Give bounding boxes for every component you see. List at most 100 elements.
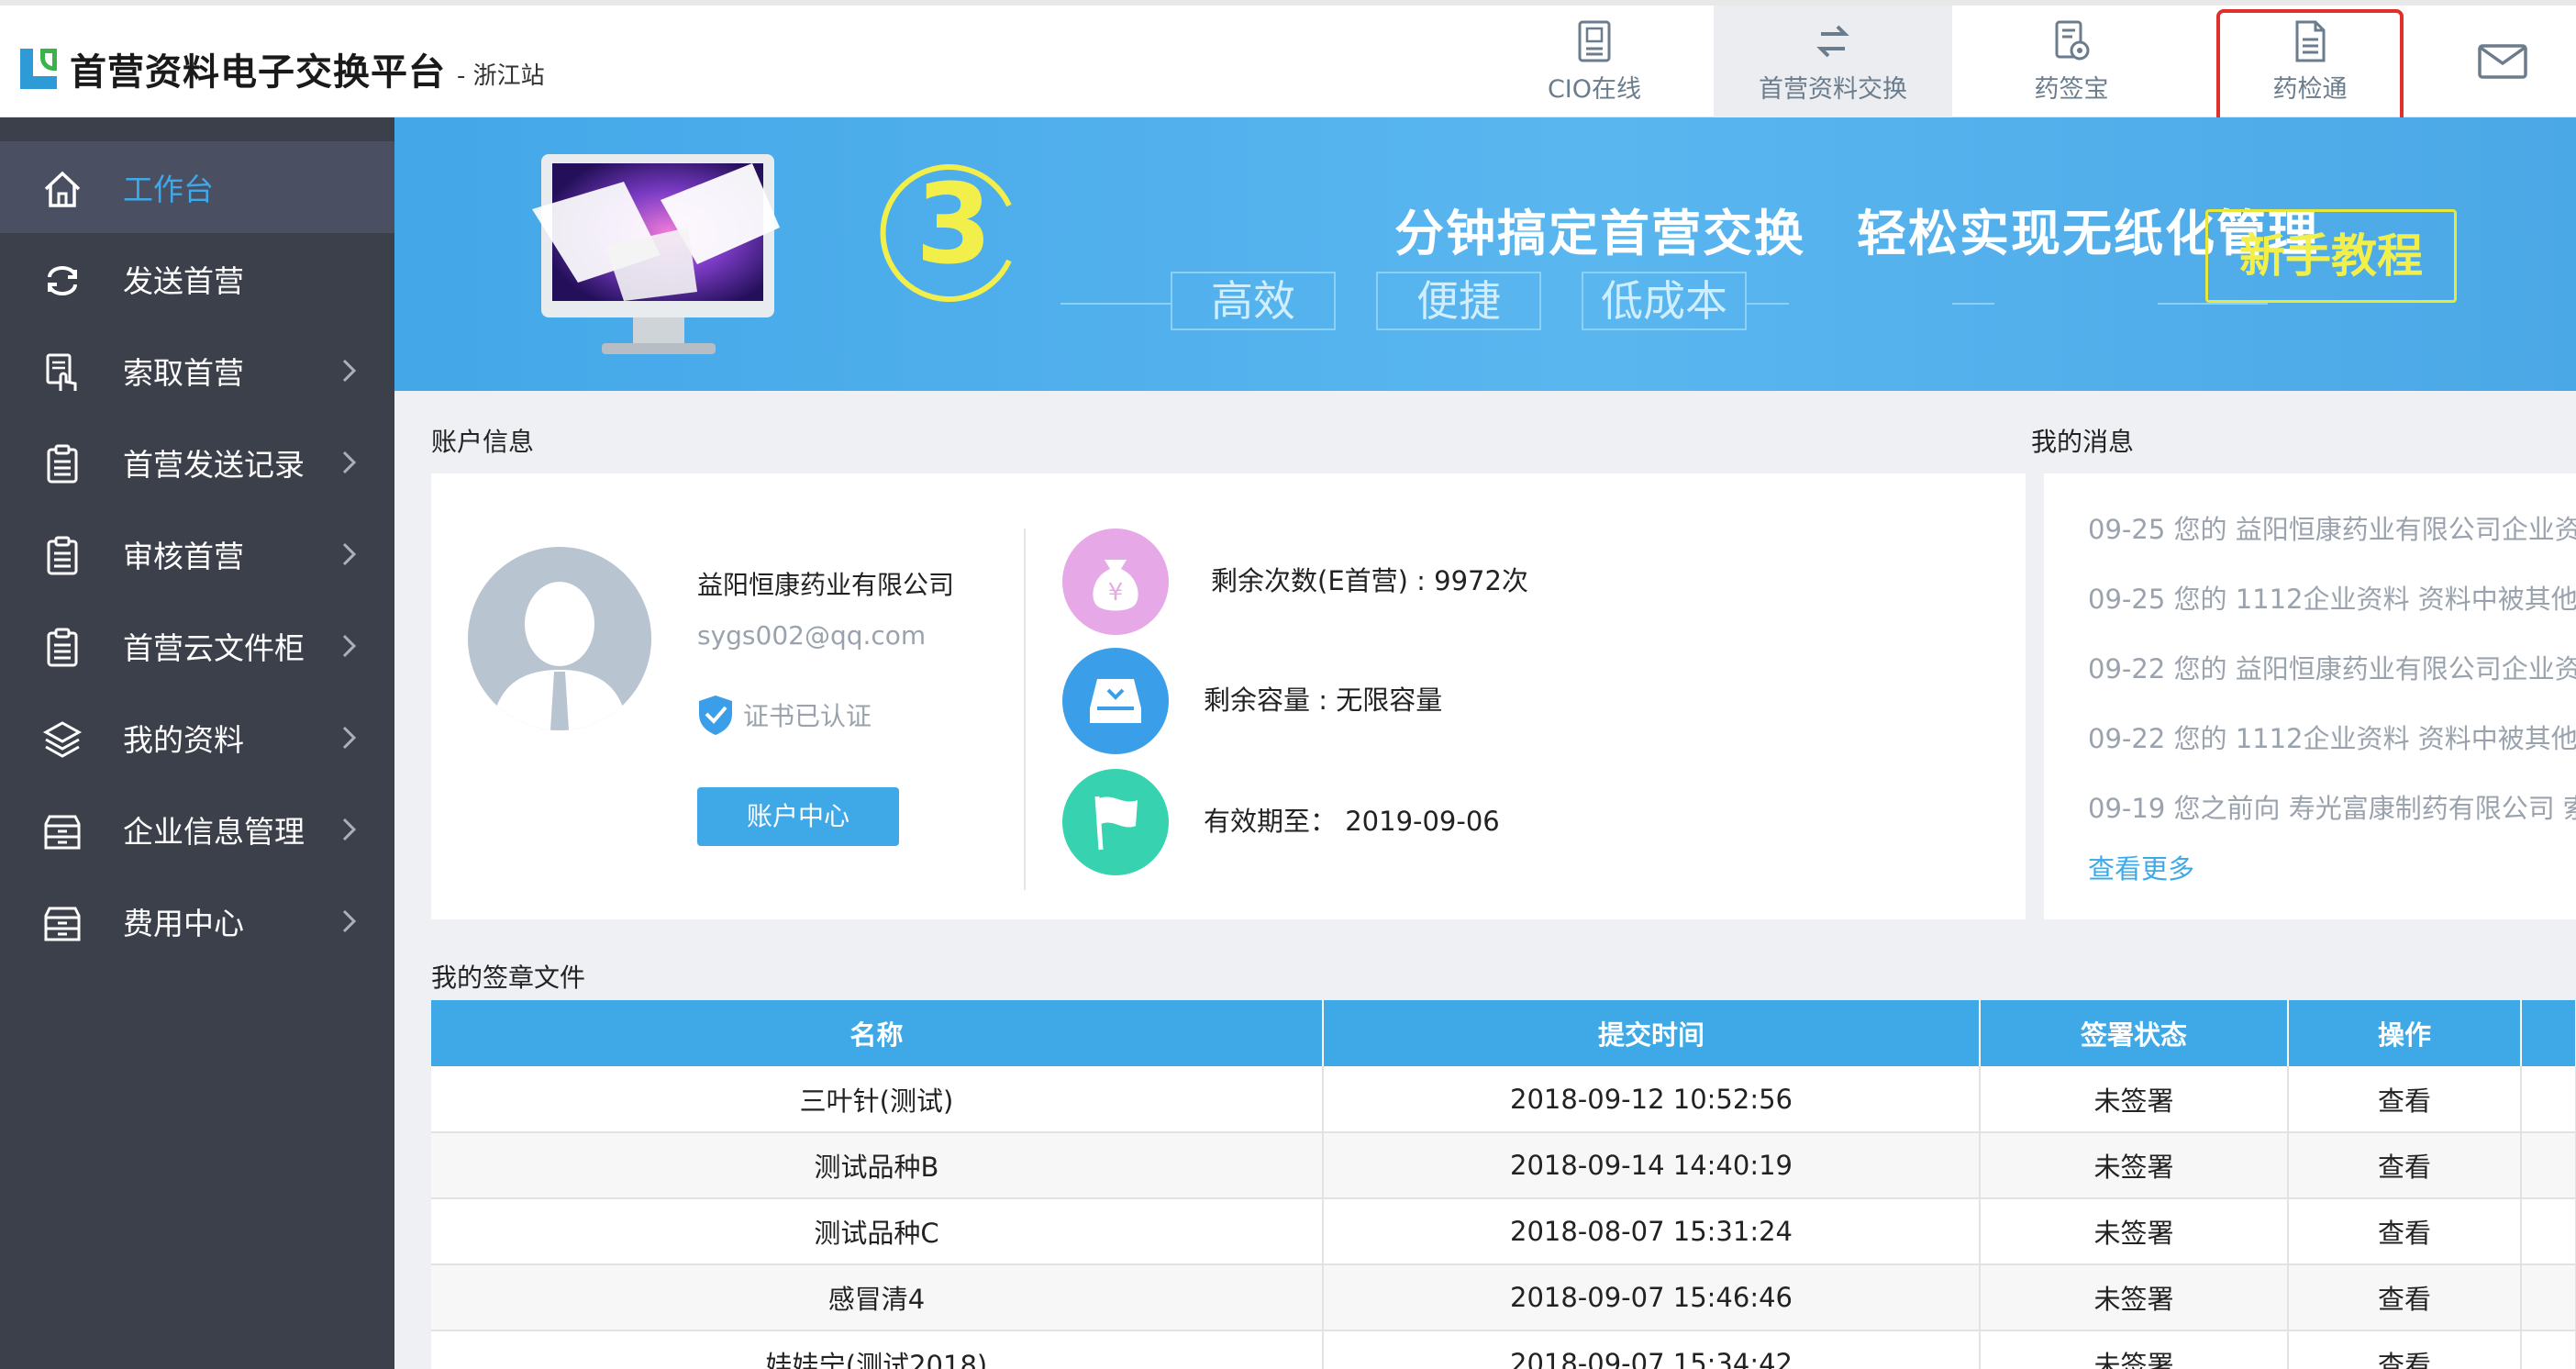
table-row: 测试品种C 2018-08-07 15:31:24 未签署 查看 bbox=[431, 1198, 2576, 1265]
topnav-drug-check[interactable]: 药检通 bbox=[2191, 6, 2429, 125]
view-link[interactable]: 查看 bbox=[2288, 1198, 2522, 1265]
sidebar-item-label: 我的资料 bbox=[123, 722, 244, 758]
promo-banner[interactable]: 3 分钟搞定首营交换 轻松实现无纸化管理 高效 便捷 低成本 新手教程 bbox=[394, 117, 2576, 391]
cell-status: 未签署 bbox=[1980, 1330, 2289, 1369]
table-header-row: 名称 提交时间 签署状态 操作 bbox=[431, 1000, 2576, 1066]
banner-tag: 低成本 bbox=[1582, 272, 1747, 330]
logo-subtitle: - 浙江站 bbox=[457, 61, 545, 90]
chevron-right-icon bbox=[342, 909, 357, 933]
top-header: 首营资料电子交换平台 - 浙江站 CIO在线 首营资料交换 药签宝 药检通 bbox=[0, 0, 2576, 125]
sidebar-item-label: 首营云文件柜 bbox=[123, 630, 305, 666]
cell-status: 未签署 bbox=[1980, 1198, 2289, 1265]
messages-card: 09-25 您的 益阳恒康药业有限公司企业资料 09-25 您的 1112企业资… bbox=[2044, 473, 2576, 919]
chevron-right-icon bbox=[342, 451, 357, 474]
banner-number: 3 bbox=[916, 161, 993, 289]
column-header-time[interactable]: 提交时间 bbox=[1323, 1000, 1981, 1066]
messages-section-title: 我的消息 bbox=[2031, 427, 2135, 457]
message-item[interactable]: 09-19 您之前向 寿光富康制药有限公司 索 bbox=[2088, 787, 2576, 826]
message-item[interactable]: 09-25 您的 1112企业资料 资料中被其他用 bbox=[2088, 578, 2576, 617]
view-link[interactable]: 查看 bbox=[2288, 1264, 2522, 1331]
cell-extra bbox=[2521, 1066, 2576, 1133]
logo-title: 首营资料电子交换平台 bbox=[70, 51, 446, 94]
money-bag-icon: ¥ bbox=[1062, 529, 1169, 635]
view-link[interactable]: 查看 bbox=[2288, 1066, 2522, 1133]
cell-name: 三叶针(测试) bbox=[431, 1066, 1324, 1133]
column-header-status[interactable]: 签署状态 bbox=[1980, 1000, 2289, 1066]
column-header-action[interactable]: 操作 bbox=[2288, 1000, 2522, 1066]
cert-status-text: 证书已认证 bbox=[743, 701, 872, 731]
refresh-icon bbox=[48, 266, 77, 295]
remaining-capacity: 剩余容量 : 无限容量 bbox=[1204, 684, 1443, 716]
table-row: 测试品种B 2018-09-14 14:40:19 未签署 查看 bbox=[431, 1132, 2576, 1199]
sidebar-item-review[interactable]: 审核首营 bbox=[0, 508, 394, 600]
home-icon bbox=[44, 171, 81, 207]
sidebar-item-workbench[interactable]: 工作台 bbox=[0, 141, 394, 233]
cell-status: 未签署 bbox=[1980, 1066, 2289, 1133]
svg-text:¥: ¥ bbox=[1108, 579, 1124, 607]
view-more-link[interactable]: 查看更多 bbox=[2088, 848, 2194, 886]
topnav-seal[interactable]: 药签宝 bbox=[1952, 6, 2191, 117]
chevron-right-icon bbox=[342, 726, 357, 750]
banner-tags: 高效 便捷 低成本 bbox=[1171, 272, 1747, 330]
exchange-icon bbox=[1816, 25, 1849, 57]
view-link[interactable]: 查看 bbox=[2288, 1330, 2522, 1369]
company-name: 益阳恒康药业有限公司 bbox=[697, 570, 955, 600]
topnav-label: 药签宝 bbox=[2034, 74, 2109, 104]
shield-check-icon bbox=[699, 696, 732, 735]
cell-name: 娃娃宁(测试2018) bbox=[431, 1330, 1324, 1369]
sidebar-item-label: 审核首营 bbox=[123, 539, 244, 574]
cell-extra bbox=[2521, 1330, 2576, 1369]
chevron-right-icon bbox=[342, 634, 357, 658]
column-header-name[interactable]: 名称 bbox=[431, 1000, 1324, 1066]
sidebar-item-label: 索取首营 bbox=[123, 355, 244, 391]
cell-extra bbox=[2521, 1264, 2576, 1331]
table-row: 三叶针(测试) 2018-09-12 10:52:56 未签署 查看 bbox=[431, 1066, 2576, 1133]
sidebar: 工作台 发送首营 索取首营 首营发送记录 审核首营 首营云文件柜 我的资料 企业… bbox=[0, 117, 394, 1369]
cell-name: 感冒清4 bbox=[431, 1264, 1324, 1331]
banner-line-left bbox=[1060, 303, 1171, 305]
account-center-button[interactable]: 账户中心 bbox=[697, 787, 899, 846]
topnav-exchange[interactable]: 首营资料交换 bbox=[1714, 6, 1952, 117]
logo-mark-icon bbox=[20, 49, 57, 89]
message-item[interactable]: 09-22 您的 益阳恒康药业有限公司企业资料 bbox=[2088, 648, 2576, 686]
topnav-cio-online[interactable]: CIO在线 bbox=[1475, 6, 1714, 117]
logo[interactable]: 首营资料电子交换平台 - 浙江站 bbox=[20, 42, 545, 95]
chevron-right-icon bbox=[342, 542, 357, 566]
topnav-label: 药检通 bbox=[2272, 74, 2348, 104]
mail-button[interactable] bbox=[2429, 6, 2576, 117]
sidebar-item-label: 工作台 bbox=[123, 172, 214, 207]
banner-tag: 高效 bbox=[1171, 272, 1336, 330]
cell-time: 2018-09-12 10:52:56 bbox=[1323, 1066, 1981, 1133]
layers-icon bbox=[42, 721, 83, 758]
banner-line-mid2 bbox=[1952, 303, 1994, 305]
sidebar-item-cloud-cabinet[interactable]: 首营云文件柜 bbox=[0, 600, 394, 692]
valid-until: 有效期至： 2019-09-06 bbox=[1204, 806, 1500, 837]
cell-time: 2018-09-14 14:40:19 bbox=[1323, 1132, 1981, 1199]
page: 首营资料电子交换平台 - 浙江站 CIO在线 首营资料交换 药签宝 药检通 工作… bbox=[0, 0, 2576, 1369]
banner-line-right bbox=[2158, 303, 2268, 305]
tutorial-button[interactable]: 新手教程 bbox=[2205, 209, 2457, 303]
cabinet-icon bbox=[44, 907, 81, 941]
sidebar-item-billing[interactable]: 费用中心 bbox=[0, 875, 394, 967]
topnav-label: 首营资料交换 bbox=[1759, 74, 1907, 104]
remaining-count: 剩余次数(E首营) : 9972次 bbox=[1211, 565, 1528, 596]
sidebar-item-company-info[interactable]: 企业信息管理 bbox=[0, 784, 394, 875]
sidebar-item-send-records[interactable]: 首营发送记录 bbox=[0, 417, 394, 508]
view-link[interactable]: 查看 bbox=[2288, 1132, 2522, 1199]
clipboard-icon bbox=[47, 444, 78, 484]
message-item[interactable]: 09-25 您的 益阳恒康药业有限公司企业资料 bbox=[2088, 508, 2576, 547]
signed-files-table: 名称 提交时间 签署状态 操作 三叶针(测试) 2018-09-12 10:52… bbox=[431, 1000, 2576, 1369]
message-item[interactable]: 09-22 您的 1112企业资料 资料中被其他用 bbox=[2088, 718, 2576, 756]
mail-icon bbox=[2478, 44, 2527, 79]
clipboard-icon bbox=[47, 628, 78, 667]
sidebar-item-my-data[interactable]: 我的资料 bbox=[0, 692, 394, 784]
company-email: sygs002@qq.com bbox=[697, 620, 927, 651]
cabinet-icon bbox=[44, 815, 81, 850]
sidebar-item-send[interactable]: 发送首营 bbox=[0, 233, 394, 325]
chevron-right-icon bbox=[342, 359, 357, 383]
sidebar-item-label: 费用中心 bbox=[123, 906, 244, 941]
sidebar-item-request[interactable]: 索取首营 bbox=[0, 325, 394, 417]
table-row: 娃娃宁(测试2018) 2018-09-07 15:34:42 未签署 查看 bbox=[431, 1330, 2576, 1369]
clipboard-icon bbox=[47, 536, 78, 575]
cell-extra bbox=[2521, 1198, 2576, 1265]
